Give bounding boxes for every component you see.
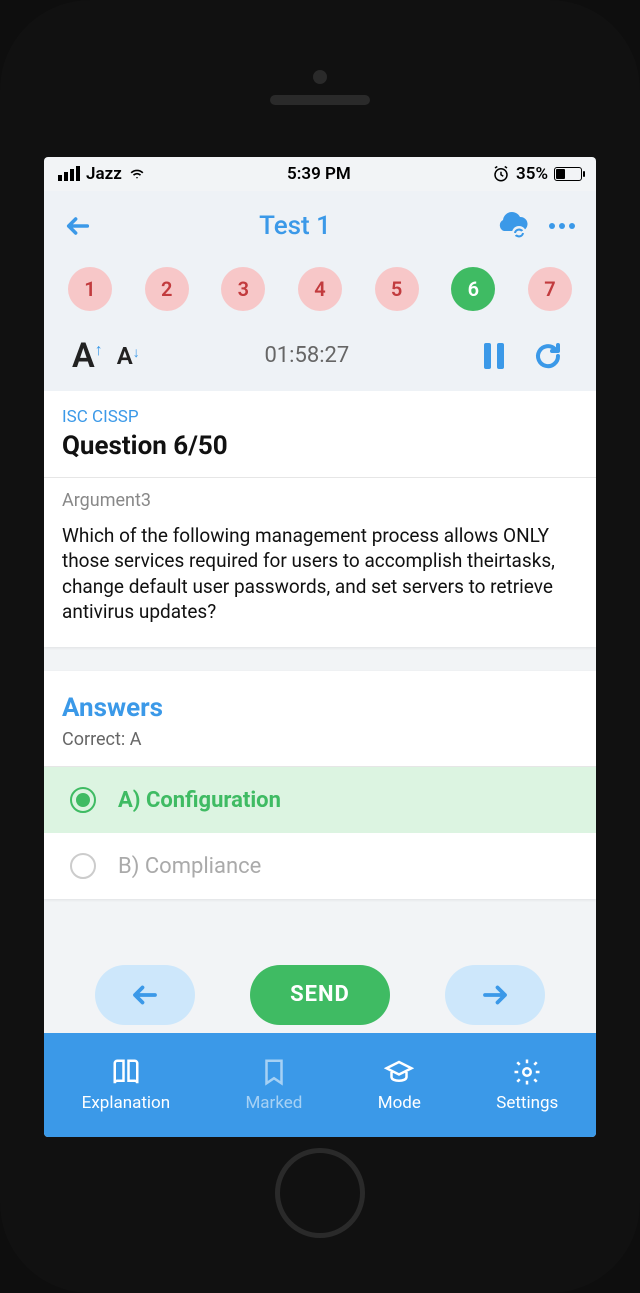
- arrow-left-icon: [130, 980, 160, 1010]
- radio-selected-icon: [70, 787, 96, 813]
- front-camera: [313, 70, 327, 84]
- next-button[interactable]: [445, 965, 545, 1025]
- arrow-left-icon: [64, 212, 92, 240]
- send-button[interactable]: SEND: [250, 965, 390, 1025]
- font-decrease-button[interactable]: A↓: [117, 342, 140, 370]
- exam-link[interactable]: ISC CISSP: [62, 407, 578, 427]
- cloud-sync-icon: [495, 211, 529, 241]
- timer-row: A↑ A↓ 01:58:27: [58, 321, 582, 391]
- page-title: Test 1: [259, 211, 331, 241]
- tab-label: Explanation: [82, 1093, 170, 1113]
- question-card: ISC CISSP Question 6/50 Argument3 Which …: [44, 391, 596, 648]
- tab-mode[interactable]: Mode: [378, 1057, 421, 1113]
- restart-icon: [533, 341, 563, 371]
- bottom-tabs: Explanation Marked Mode Settings: [44, 1033, 596, 1137]
- signal-icon: [58, 166, 80, 181]
- home-button[interactable]: [275, 1148, 365, 1238]
- question-nav-1[interactable]: 1: [68, 267, 112, 311]
- pause-icon: [482, 341, 506, 371]
- question-text: Which of the following management proces…: [44, 519, 596, 648]
- radio-icon: [70, 853, 96, 879]
- phone-frame: Jazz 5:39 PM 35% Test 1: [0, 0, 640, 1293]
- tab-settings[interactable]: Settings: [496, 1057, 558, 1113]
- tab-explanation[interactable]: Explanation: [82, 1057, 170, 1113]
- gear-icon: [512, 1057, 542, 1087]
- question-nav: 1 2 3 4 5 6 7: [58, 253, 582, 321]
- question-nav-5[interactable]: 5: [375, 267, 419, 311]
- answers-title: Answers: [44, 671, 596, 729]
- answers-card: Answers Correct: A A) Configuration B) C…: [44, 671, 596, 899]
- battery-icon: [554, 167, 582, 181]
- wifi-icon: [128, 167, 146, 181]
- cloud-sync-button[interactable]: [492, 206, 532, 246]
- question-nav-6[interactable]: 6: [451, 267, 495, 311]
- app-header: Test 1 1: [44, 191, 596, 391]
- correct-label: Correct: A: [44, 729, 596, 766]
- status-bar: Jazz 5:39 PM 35%: [44, 157, 596, 191]
- more-button[interactable]: [542, 206, 582, 246]
- back-button[interactable]: [58, 206, 98, 246]
- restart-button[interactable]: [528, 336, 568, 376]
- argument-label: Argument3: [44, 478, 596, 519]
- battery-pct: 35%: [516, 164, 548, 184]
- pause-button[interactable]: [474, 336, 514, 376]
- question-nav-4[interactable]: 4: [298, 267, 342, 311]
- question-nav-2[interactable]: 2: [145, 267, 189, 311]
- status-time: 5:39 PM: [287, 164, 351, 184]
- question-title: Question 6/50: [62, 431, 578, 461]
- arrow-right-icon: [480, 980, 510, 1010]
- tab-label: Settings: [496, 1093, 558, 1113]
- content-area: ISC CISSP Question 6/50 Argument3 Which …: [44, 391, 596, 1033]
- more-horizontal-icon: [548, 222, 576, 230]
- prev-button[interactable]: [95, 965, 195, 1025]
- bookmark-icon: [259, 1057, 289, 1087]
- answer-option-a[interactable]: A) Configuration: [44, 767, 596, 833]
- answer-label: A) Configuration: [118, 788, 281, 813]
- answer-label: B) Compliance: [118, 854, 261, 879]
- carrier-label: Jazz: [86, 164, 122, 184]
- float-controls: SEND: [44, 965, 596, 1025]
- tab-label: Marked: [245, 1093, 302, 1113]
- app-screen: Jazz 5:39 PM 35% Test 1: [44, 157, 596, 1137]
- timer-text: 01:58:27: [154, 343, 460, 368]
- tab-marked[interactable]: Marked: [245, 1057, 302, 1113]
- phone-speaker: [270, 95, 370, 105]
- question-nav-3[interactable]: 3: [221, 267, 265, 311]
- answer-option-b[interactable]: B) Compliance: [44, 833, 596, 899]
- question-nav-7[interactable]: 7: [528, 267, 572, 311]
- tab-label: Mode: [378, 1093, 421, 1113]
- alarm-icon: [492, 165, 510, 183]
- font-increase-button[interactable]: A↑: [72, 336, 103, 376]
- graduation-cap-icon: [384, 1057, 414, 1087]
- book-icon: [111, 1057, 141, 1087]
